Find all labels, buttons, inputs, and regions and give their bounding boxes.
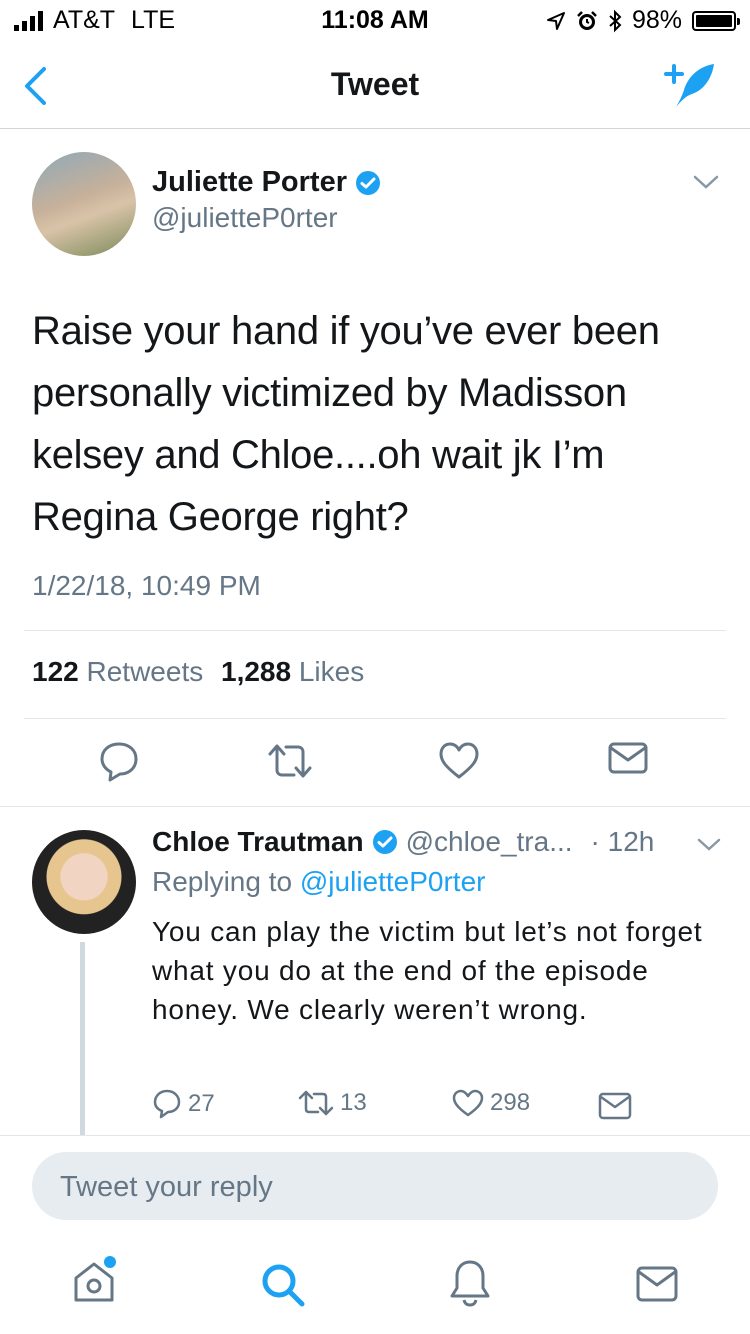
section-divider — [0, 806, 750, 807]
tweet-timestamp: 1/22/18, 10:49 PM — [32, 570, 261, 601]
alarm-icon — [577, 10, 597, 30]
search-icon[interactable] — [260, 1262, 306, 1308]
like-heart-icon[interactable] — [438, 740, 480, 782]
like-heart-icon[interactable] — [452, 1088, 484, 1118]
thread-connector-line — [80, 942, 85, 1136]
section-divider — [0, 1135, 750, 1136]
reply-like-action[interactable]: 298 — [452, 1088, 530, 1118]
reply-retweet-action[interactable]: 13 — [298, 1088, 367, 1118]
status-right: 98% — [546, 6, 740, 35]
chevron-down-icon[interactable] — [696, 836, 722, 854]
direct-message-icon[interactable] — [608, 740, 648, 776]
divider — [24, 718, 726, 719]
verified-badge-icon — [372, 830, 397, 854]
location-arrow-icon — [546, 11, 565, 30]
author-header[interactable]: Juliette Porter — [152, 166, 381, 199]
notifications-icon[interactable] — [448, 1258, 492, 1308]
retweet-count: 13 — [340, 1089, 367, 1116]
like-count: 298 — [490, 1089, 531, 1116]
reply-icon[interactable] — [152, 1088, 182, 1120]
author-handle[interactable]: @julietteP0rter — [152, 202, 338, 234]
author-name[interactable]: Juliette Porter — [152, 166, 347, 199]
reply-count: 27 — [188, 1090, 215, 1117]
replying-to-label: Replying to — [152, 866, 293, 897]
reply-composer[interactable] — [32, 1152, 718, 1222]
reply-reply-action[interactable]: 27 — [152, 1088, 215, 1120]
reply-author-handle[interactable]: @chloe_tra... — [406, 826, 573, 858]
replying-to-handle-link[interactable]: @julietteP0rter — [300, 866, 486, 897]
reply-header[interactable]: Chloe Trautman @chloe_tra... · 12h — [152, 826, 654, 858]
retweets-label[interactable]: Retweets — [87, 656, 204, 687]
bluetooth-icon — [609, 9, 622, 32]
new-content-dot — [104, 1256, 116, 1268]
retweet-icon[interactable] — [298, 1088, 334, 1118]
retweet-icon[interactable] — [266, 740, 314, 782]
messages-icon[interactable] — [636, 1266, 678, 1302]
likes-label[interactable]: Likes — [299, 656, 364, 687]
tweet-actions — [0, 740, 750, 790]
replying-to: Replying to @julietteP0rter — [152, 866, 485, 898]
retweets-count[interactable]: 122 — [32, 656, 79, 687]
author-avatar[interactable] — [32, 152, 136, 256]
direct-message-icon[interactable] — [598, 1092, 632, 1120]
tweet-stats: 122 Retweets 1,288 Likes — [32, 656, 364, 688]
likes-count[interactable]: 1,288 — [221, 656, 291, 687]
navigation-bar: Tweet — [0, 40, 750, 129]
reply-text: You can play the victim but let’s not fo… — [152, 916, 703, 1025]
chevron-down-icon[interactable] — [692, 172, 720, 192]
reply-time: · 12h — [590, 826, 655, 857]
battery-percent: 98% — [631, 6, 682, 34]
status-bar: AT&T LTE 11:08 AM 98% — [0, 0, 750, 40]
battery-icon — [692, 10, 740, 31]
reply-author-avatar[interactable] — [32, 830, 136, 934]
reply-author-name[interactable]: Chloe Trautman — [152, 826, 364, 858]
divider — [24, 630, 726, 631]
verified-badge-icon — [356, 170, 380, 195]
page-title: Tweet — [330, 66, 420, 102]
reply-icon[interactable] — [98, 740, 140, 782]
tweet-reply-input[interactable] — [58, 1152, 702, 1222]
compose-tweet-icon[interactable] — [664, 60, 720, 110]
tweet-text: Raise your hand if you’ve ever been pers… — [32, 309, 660, 539]
